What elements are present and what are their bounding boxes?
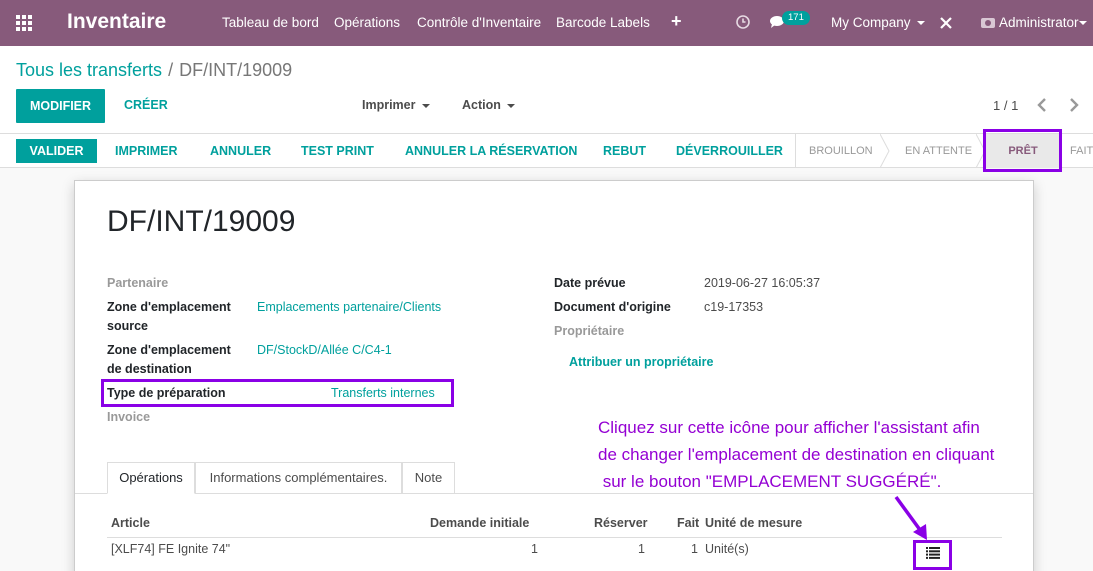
origin-label: Document d'origine [554,300,671,314]
row-article[interactable]: [XLF74] FE Ignite 74" [111,542,230,556]
annotation-text: Cliquez sur cette icône pour afficher l'… [598,414,1038,495]
breadcrumb-separator: / [168,60,174,80]
top-navbar: Inventaire Tableau de bord Opérations Co… [0,0,1093,46]
annuler-reservation-button[interactable]: ANNULER LA RÉSERVATION [405,144,577,158]
messages-count-badge: 171 [782,11,810,25]
col-fait[interactable]: Fait [677,516,699,530]
table-header-divider [107,537,1002,538]
pager-value[interactable]: 1 / 1 [993,98,1018,113]
record-title: DF/INT/19009 [107,205,296,238]
test-print-button[interactable]: TEST PRINT [301,144,374,158]
dest-location-value[interactable]: DF/StockD/Allée C/C4-1 [257,341,392,360]
imprimer-dropdown[interactable]: Imprimer [362,98,430,112]
next-record-icon[interactable] [1068,97,1080,113]
rebut-button[interactable]: REBUT [603,144,646,158]
action-label: Action [462,98,501,112]
origin-value: c19-17353 [704,300,764,314]
form-sheet: DF/INT/19009 Partenaire Zone d'emplaceme… [74,180,1034,571]
debug-tools-icon[interactable] [939,16,953,30]
row-uom: Unité(s) [705,542,749,556]
highlight-picking-type [101,379,454,407]
company-name: My Company [831,15,911,30]
tab-note[interactable]: Note [402,462,455,494]
source-location-label-line1: Zone d'emplacement [107,300,231,314]
modifier-button[interactable]: MODIFIER [16,89,105,123]
partenaire-label: Partenaire [107,276,169,290]
user-name[interactable]: Administrator [999,15,1079,30]
company-switcher[interactable]: My Company [831,15,925,30]
scheduled-date-label: Date prévue [554,276,626,290]
invoice-label: Invoice [107,410,151,424]
col-reserver[interactable]: Réserver [594,516,648,530]
annotation-line: Cliquez sur cette icône pour afficher l'… [598,418,980,437]
clock-icon[interactable] [736,15,750,29]
stage-divider [795,134,796,168]
user-avatar-icon[interactable] [981,16,995,28]
add-menu-button[interactable]: + [671,11,682,32]
chevron-down-icon [506,103,515,108]
owner-label: Propriétaire [554,324,625,338]
col-demande-initiale[interactable]: Demande initiale [430,516,529,530]
chevron-down-icon [916,21,925,26]
creer-button[interactable]: CRÉER [124,98,168,112]
stage-brouillon[interactable]: BROUILLON [809,134,873,168]
previous-record-icon[interactable] [1036,97,1048,113]
apps-menu-icon[interactable] [16,15,34,31]
chevron-down-icon [421,103,430,108]
tab-informations[interactable]: Informations complémentaires. [195,462,402,494]
row-fait: 1 [691,542,698,556]
imprimer-label: Imprimer [362,98,416,112]
dest-location-label-line2: de destination [107,362,192,376]
annuler-button[interactable]: ANNULER [210,144,271,158]
app-name: Inventaire [67,10,167,33]
row-reserver: 1 [638,542,645,556]
source-location-label-line2: source [107,319,148,333]
breadcrumb-parent-link[interactable]: Tous les transferts [16,60,162,80]
user-menu-chevron-icon[interactable] [1079,21,1087,25]
menu-tableau-de-bord[interactable]: Tableau de bord [222,15,319,30]
breadcrumb-current: DF/INT/19009 [179,60,293,80]
stage-fait[interactable]: FAIT [1070,134,1093,168]
statusbar: VALIDER IMPRIMER ANNULER TEST PRINT ANNU… [0,134,1093,168]
annotation-line: de changer l'emplacement de destination … [598,445,995,464]
stage-chevron-icon [880,134,890,168]
menu-barcode-labels[interactable]: Barcode Labels [556,15,650,30]
dest-location-label-line1: Zone d'emplacement [107,343,231,357]
annotation-arrow-icon [894,495,927,540]
highlight-list-icon [913,540,952,570]
col-article[interactable]: Article [111,516,150,530]
action-dropdown[interactable]: Action [462,98,515,112]
deverrouiller-button[interactable]: DÉVERROUILLER [676,144,783,158]
highlight-pret-stage [983,129,1062,172]
annotation-line: sur le bouton "EMPLACEMENT SUGGÉRÉ". [598,472,942,491]
tab-operations[interactable]: Opérations [107,462,195,494]
menu-operations[interactable]: Opérations [334,15,400,30]
scheduled-date-value: 2019-06-27 16:05:37 [704,276,821,290]
row-demande: 1 [531,542,538,556]
imprimer-button[interactable]: IMPRIMER [115,144,178,158]
assign-owner-button[interactable]: Attribuer un propriétaire [569,355,713,369]
stage-en-attente[interactable]: EN ATTENTE [905,134,972,168]
breadcrumb: Tous les transferts / DF/INT/19009 [16,60,292,81]
source-location-value[interactable]: Emplacements partenaire/Clients [257,298,441,317]
menu-controle-inventaire[interactable]: Contrôle d'Inventaire [417,15,541,30]
control-panel: Tous les transferts / DF/INT/19009 MODIFIE… [0,46,1093,134]
valider-button[interactable]: VALIDER [16,139,97,163]
col-unite-mesure[interactable]: Unité de mesure [705,516,802,530]
